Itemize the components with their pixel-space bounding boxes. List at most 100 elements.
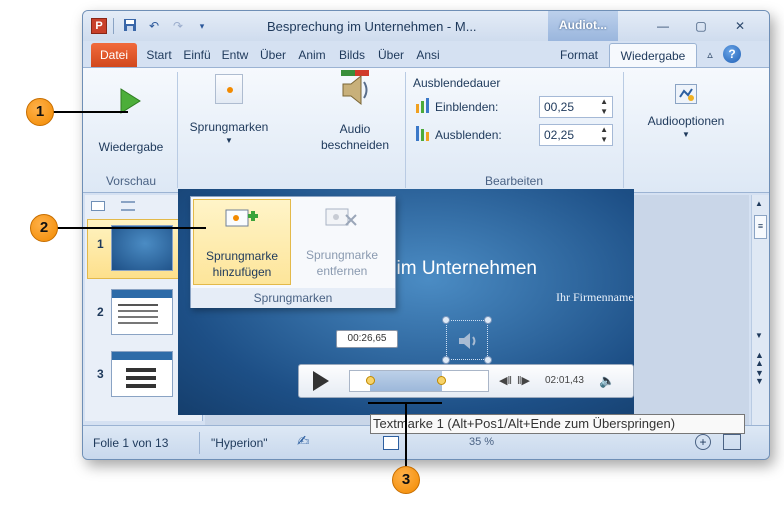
add-bookmark-icon [225,209,258,227]
callout-line-3-vertical [405,402,407,466]
tab-entwurf[interactable]: Entw [217,43,253,67]
powerpoint-app-icon[interactable]: P [91,18,107,34]
audio-player-bar: ◀‖ ‖▶ 02:01,43 🔈 [298,364,634,398]
remove-bookmark-icon [325,208,357,226]
view-normal-icon[interactable] [383,436,399,450]
tab-datei[interactable]: Datei [91,43,137,67]
bookmark-tooltip: Textmarke 1 (Alt+Pos1/Alt+Ende zum Übers… [370,414,745,434]
selection-handle[interactable] [484,356,492,364]
slide-info: Folie 1 von 13 [93,436,169,450]
bookmark-marker-2[interactable] [437,376,446,385]
audio-trim-icon [341,70,369,106]
tab-ueberpruefen[interactable]: Über [373,43,409,67]
fade-out-value: 02,25 [544,128,575,142]
volume-icon[interactable]: 🔈 [599,373,615,389]
callout-3: 3 [392,466,420,494]
audio-options-label: Audiooptionen [647,114,725,128]
remove-bookmark-label-2: entfernen [316,264,368,278]
fade-in-spinner[interactable]: 00,25 ▲ ▼ [539,96,613,118]
outline-tab-icon[interactable] [121,201,135,211]
spelling-check-icon[interactable]: ✍ [297,432,321,454]
fit-to-window-icon[interactable] [723,434,741,450]
tab-einfuegen[interactable]: Einfü [179,43,215,67]
redo-icon[interactable]: ↷ [170,18,186,34]
slide-subtitle[interactable]: Ihr Firmenname [556,290,634,305]
callout-line-1 [52,111,128,113]
tab-format[interactable]: Format [551,43,607,67]
help-icon[interactable]: ? [723,45,741,63]
audio-timeline[interactable] [349,370,489,392]
next-slide-icon[interactable]: ▼ ▼ [755,369,764,386]
minimize-button[interactable]: — [648,17,678,35]
bookmark-time-bubble: 00:26,65 [336,330,398,348]
divider [113,18,114,34]
tab-ansicht[interactable]: Ansi [411,43,445,67]
seek-back-icon[interactable]: ◀‖ [499,374,512,387]
slide-preview-1[interactable] [111,225,173,271]
group-bearbeiten-label: Bearbeiten [484,174,544,188]
player-time: 02:01,43 [545,375,584,386]
customize-toolbar-icon[interactable]: ▾ [194,18,210,34]
quick-access-toolbar: ↶ ↷ ▾ [113,17,210,35]
trimmed-region [370,371,442,391]
audio-options-button[interactable]: Audiooptionen ▼ [631,70,741,170]
slide-number-1: 1 [97,237,104,251]
sprungmarken-button[interactable]: Sprungmarken ▼ [181,70,277,170]
window-title: Besprechung im Unternehmen - M... [267,19,477,34]
audio-object[interactable] [442,316,492,364]
sprungmarken-gallery: Sprungmarke hinzufügen Sprungmarke entfe… [190,196,396,308]
scroll-thumb[interactable]: ≡ [754,215,767,239]
maximize-button[interactable]: ▢ [686,17,716,35]
spinner-arrows-icon[interactable]: ▲ ▼ [600,125,608,145]
group-separator [405,72,406,188]
slide-preview-3[interactable] [111,351,173,397]
dropdown-arrow-icon: ▼ [682,130,690,139]
ribbon-tab-row: Datei Start Einfü Entw Über Anim Bilds Ü… [83,41,769,67]
previous-slide-icon[interactable]: ▲ ▲ [755,351,764,368]
ribbon-collapse-icon[interactable]: ▵ [701,43,719,67]
fade-out-spinner[interactable]: 02,25 ▲ ▼ [539,124,613,146]
audio-tools-context-tab[interactable]: Audiot... [548,11,618,41]
add-bookmark-label-2: hinzufügen [212,265,272,279]
slide-number-3: 3 [97,367,104,381]
add-bookmark-label-1: Sprungmarke [205,249,279,263]
zoom-level[interactable]: 35 % [469,436,494,448]
tab-uebergaenge[interactable]: Über [255,43,291,67]
fade-in-icon [415,98,431,114]
theme-name: "Hyperion" [211,436,268,450]
tab-start[interactable]: Start [141,43,177,67]
slides-tab-icon[interactable] [91,201,105,211]
fade-in-value: 00,25 [544,100,575,114]
tab-animationen[interactable]: Anim [293,43,331,67]
selection-handle[interactable] [484,316,492,324]
save-icon[interactable] [122,18,138,34]
fade-out-icon [415,126,431,142]
scroll-down-icon[interactable]: ▼ [755,331,763,340]
tab-bildschirmpraesentation[interactable]: Bilds [333,43,371,67]
tab-wiedergabe[interactable]: Wiedergabe [609,43,697,67]
audio-trim-button[interactable]: Audio beschneiden [307,70,403,170]
spinner-arrows-icon[interactable]: ▲ ▼ [600,97,608,117]
audio-trim-label-1: Audio [339,122,371,136]
bookmark-marker-1[interactable] [366,376,375,385]
zoom-in-icon[interactable]: + [695,434,711,450]
play-button[interactable]: Wiedergabe [89,70,173,170]
add-bookmark-button[interactable]: Sprungmarke hinzufügen [193,199,291,285]
scroll-up-icon[interactable]: ▲ [755,199,763,208]
player-play-icon[interactable] [313,371,329,391]
fade-in-label: Einblenden: [435,100,499,114]
selection-handle[interactable] [442,356,450,364]
remove-bookmark-button[interactable]: Sprungmarke entfernen [293,199,391,285]
slide-preview-2[interactable] [111,289,173,335]
slide-number-2: 2 [97,305,104,319]
selection-handle[interactable] [442,316,450,324]
close-button[interactable]: ✕ [725,17,755,35]
dropdown-arrow-icon: ▼ [225,136,233,145]
divider [199,432,200,454]
seek-forward-icon[interactable]: ‖▶ [517,374,530,387]
vertical-scrollbar[interactable]: ▲ ≡ ▼ ▲ ▲ ▼ ▼ [751,195,769,425]
audio-trim-label-2: beschneiden [320,138,390,152]
undo-icon[interactable]: ↶ [146,18,162,34]
fade-out-label: Ausblenden: [435,128,502,142]
sprungmarken-label: Sprungmarken [189,120,269,134]
